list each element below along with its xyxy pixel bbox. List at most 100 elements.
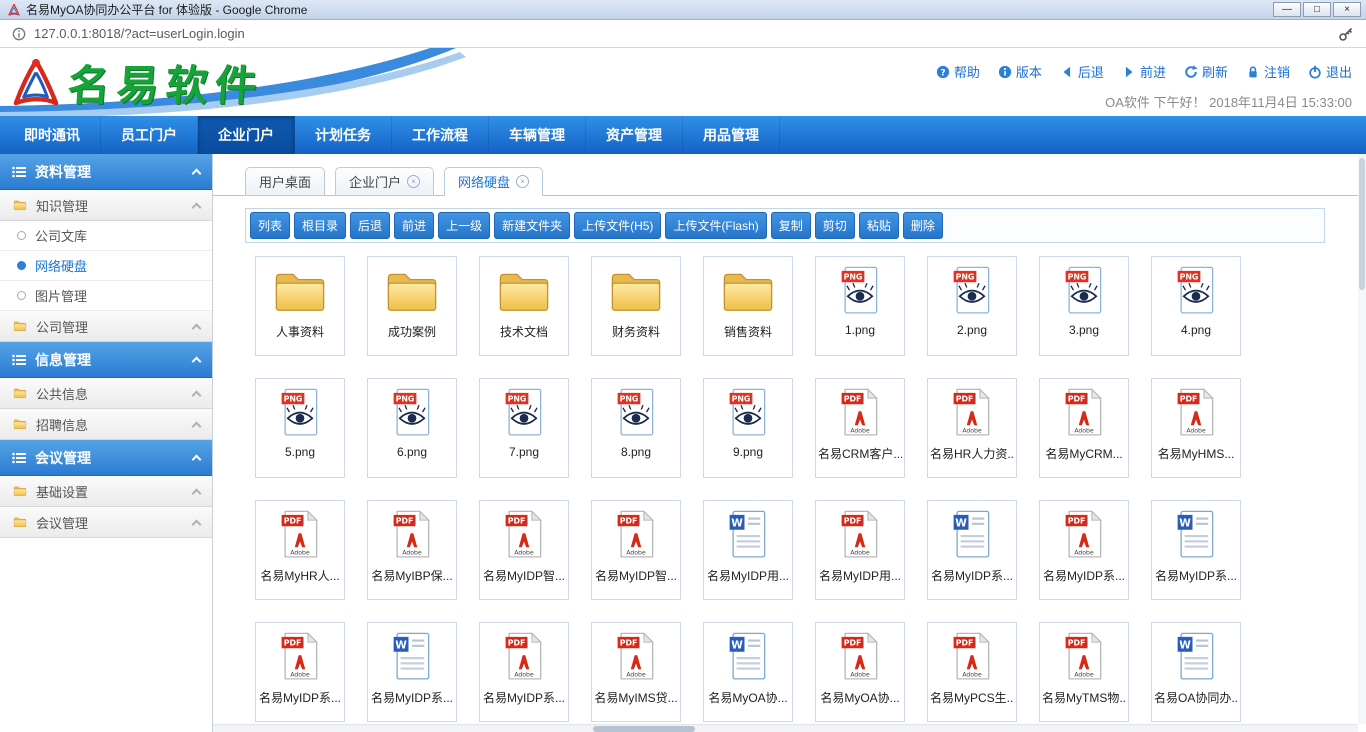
folder-icon (720, 263, 776, 319)
nav-item[interactable]: 工作流程 (392, 116, 489, 154)
tab-close-icon[interactable]: × (407, 175, 420, 188)
file-item[interactable]: 名易MyPCS生... (927, 622, 1017, 722)
file-item[interactable]: 名易MyIDP系... (1151, 500, 1241, 600)
nav-item[interactable]: 用品管理 (683, 116, 780, 154)
sidebar-section-info-mgmt[interactable]: 信息管理 (0, 342, 212, 378)
toolbar-button[interactable]: 列表 (250, 212, 290, 239)
toolbar-button[interactable]: 删除 (903, 212, 943, 239)
header-link[interactable]: 注销 (1246, 62, 1290, 81)
page-info-icon[interactable] (12, 27, 26, 41)
file-item[interactable]: 销售资料 (703, 256, 793, 356)
nav-item[interactable]: 车辆管理 (489, 116, 586, 154)
file-item[interactable]: 名易MyIDP智... (591, 500, 681, 600)
folder-icon (12, 319, 28, 333)
file-item[interactable]: 名易MyOA协... (815, 622, 905, 722)
sidebar-item-network-disk[interactable]: 网络硬盘 (0, 251, 212, 281)
nav-item[interactable]: 计划任务 (295, 116, 392, 154)
file-item[interactable]: 名易CRM客户... (815, 378, 905, 478)
file-item[interactable]: 名易MyIBP保... (367, 500, 457, 600)
file-item[interactable]: 名易MyIDP用... (703, 500, 793, 600)
sidebar-item-meeting-mgmt[interactable]: 会议管理 (0, 507, 212, 538)
file-item[interactable]: 9.png (703, 378, 793, 478)
file-item[interactable]: 3.png (1039, 256, 1129, 356)
sidebar-section-label: 信息管理 (35, 350, 91, 370)
sidebar-item-knowledge-mgmt[interactable]: 知识管理 (0, 190, 212, 221)
url-input[interactable]: 127.0.0.1:8018/?act=userLogin.login (34, 26, 1338, 41)
key-icon[interactable] (1338, 26, 1354, 42)
sidebar-item-public-info[interactable]: 公共信息 (0, 378, 212, 409)
toolbar-button[interactable]: 粘贴 (859, 212, 899, 239)
file-item[interactable]: 名易MyIDP系... (367, 622, 457, 722)
window-titlebar: 名易MyOA协同办公平台 for 体验版 - Google Chrome —□× (0, 0, 1366, 20)
sidebar-item-recruit-info[interactable]: 招聘信息 (0, 409, 212, 440)
pdf-file-icon (1056, 507, 1112, 563)
file-item[interactable]: 成功案例 (367, 256, 457, 356)
toolbar-button[interactable]: 根目录 (294, 212, 346, 239)
sidebar-item-image-mgmt[interactable]: 图片管理 (0, 281, 212, 311)
file-item[interactable]: 名易MyHMS... (1151, 378, 1241, 478)
content-tab[interactable]: 企业门户 × (335, 167, 434, 196)
file-item[interactable]: 名易MyIDP系... (479, 622, 569, 722)
header-link[interactable]: 前进 (1122, 62, 1166, 81)
toolbar-button[interactable]: 上一级 (438, 212, 490, 239)
sidebar-item-company-library[interactable]: 公司文库 (0, 221, 212, 251)
file-item[interactable]: 6.png (367, 378, 457, 478)
file-item[interactable]: 名易MyIDP系... (255, 622, 345, 722)
sidebar-section-data-mgmt[interactable]: 资料管理 (0, 154, 212, 190)
file-item[interactable]: 5.png (255, 378, 345, 478)
toolbar-button[interactable]: 前进 (394, 212, 434, 239)
file-item[interactable]: 名易MyIMS贷... (591, 622, 681, 722)
file-item[interactable]: 2.png (927, 256, 1017, 356)
header-link[interactable]: 后退 (1060, 62, 1104, 81)
horizontal-scrollbar[interactable] (213, 724, 1358, 732)
file-item[interactable]: 7.png (479, 378, 569, 478)
file-item[interactable]: 名易OA协同办... (1151, 622, 1241, 722)
chevron-up-icon (192, 357, 202, 367)
toolbar-button[interactable]: 上传文件(Flash) (665, 212, 766, 239)
file-item[interactable]: 名易MyOA协... (703, 622, 793, 722)
nav-item[interactable]: 企业门户 (198, 116, 295, 154)
folder-icon (12, 198, 28, 212)
tab-close-icon[interactable]: × (516, 175, 529, 188)
nav-item[interactable]: 资产管理 (586, 116, 683, 154)
header-link[interactable]: 退出 (1308, 62, 1352, 81)
toolbar-button[interactable]: 新建文件夹 (494, 212, 570, 239)
file-item[interactable]: 名易MyIDP系... (1039, 500, 1129, 600)
file-item[interactable]: 人事资料 (255, 256, 345, 356)
vertical-scrollbar[interactable] (1358, 154, 1366, 724)
window-control-button[interactable]: □ (1303, 2, 1331, 17)
toolbar-button[interactable]: 剪切 (815, 212, 855, 239)
content-tab[interactable]: 网络硬盘 × (444, 167, 543, 196)
nav-item[interactable]: 即时通讯 (4, 116, 101, 154)
header-link[interactable]: 帮助 (936, 62, 980, 81)
file-item[interactable]: 8.png (591, 378, 681, 478)
sidebar-section-meeting-mgmt[interactable]: 会议管理 (0, 440, 212, 476)
file-item[interactable]: 技术文档 (479, 256, 569, 356)
header-link[interactable]: 版本 (998, 62, 1042, 81)
file-item[interactable]: 1.png (815, 256, 905, 356)
browser-window: 名易MyOA协同办公平台 for 体验版 - Google Chrome —□×… (0, 0, 1366, 732)
file-item[interactable]: 4.png (1151, 256, 1241, 356)
file-item[interactable]: 名易MyHR人... (255, 500, 345, 600)
horizontal-scrollbar-thumb[interactable] (593, 726, 695, 732)
file-item[interactable]: 名易MyIDP系... (927, 500, 1017, 600)
power-icon (1308, 65, 1322, 79)
file-item[interactable]: 名易MyCRM... (1039, 378, 1129, 478)
vertical-scrollbar-thumb[interactable] (1359, 158, 1365, 290)
header-link[interactable]: 刷新 (1184, 62, 1228, 81)
toolbar-button[interactable]: 后退 (350, 212, 390, 239)
sidebar-item-company-mgmt[interactable]: 公司管理 (0, 311, 212, 342)
window-control-button[interactable]: × (1333, 2, 1361, 17)
file-item[interactable]: 财务资料 (591, 256, 681, 356)
sidebar-item-basic-settings[interactable]: 基础设置 (0, 476, 212, 507)
file-item[interactable]: 名易MyIDP智... (479, 500, 569, 600)
nav-item[interactable]: 员工门户 (101, 116, 198, 154)
file-item[interactable]: 名易MyIDP用... (815, 500, 905, 600)
content-tab[interactable]: 用户桌面 × (245, 167, 325, 196)
toolbar-button[interactable]: 上传文件(H5) (574, 212, 661, 239)
file-item[interactable]: 名易MyTMS物... (1039, 622, 1129, 722)
file-item[interactable]: 名易HR人力资... (927, 378, 1017, 478)
window-control-button[interactable]: — (1273, 2, 1301, 17)
toolbar-button[interactable]: 复制 (771, 212, 811, 239)
logo-emblem-icon (8, 55, 64, 111)
